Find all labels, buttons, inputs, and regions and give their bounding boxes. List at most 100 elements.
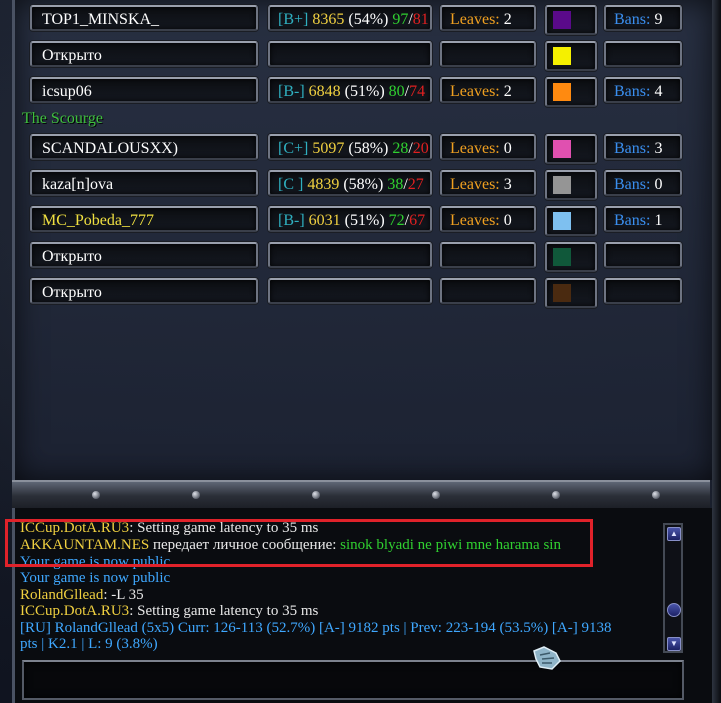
window-edge xyxy=(712,0,721,703)
highlight-box xyxy=(5,519,593,567)
chat-message-part: : Setting game latency to 35 ms xyxy=(129,603,319,619)
wins-value: 72 xyxy=(388,212,405,229)
player-name-field[interactable]: Открыто xyxy=(30,41,258,67)
leaves-field xyxy=(440,41,536,67)
bans-value: 9 xyxy=(654,11,663,28)
player-color-selector[interactable] xyxy=(545,242,597,272)
win-percent: (51%) xyxy=(344,212,385,229)
rivet-icon xyxy=(552,491,560,499)
leaves-label: Leaves: xyxy=(450,140,500,157)
leaves-field: Leaves: 0 xyxy=(440,206,536,232)
bans-value: 3 xyxy=(654,140,663,157)
scroll-up-icon[interactable]: ▲ xyxy=(667,527,681,541)
bans-label: Bans: xyxy=(614,11,651,28)
player-name-field[interactable]: SCANDALOUSXX) xyxy=(30,134,258,160)
chat-message-part: : -L 35 xyxy=(103,587,144,603)
leaves-label: Leaves: xyxy=(450,212,500,229)
losses-value: 81 xyxy=(412,11,429,28)
bans-field: Bans: 0 xyxy=(604,170,682,196)
rank-badge: [B+] xyxy=(278,11,309,28)
points-value: 5097 xyxy=(312,140,345,157)
bans-field: Bans: 9 xyxy=(604,5,682,31)
bans-field: Bans: 3 xyxy=(604,134,682,160)
player-name-field[interactable]: MC_Pobeda_777 xyxy=(30,206,258,232)
bans-label: Bans: xyxy=(614,140,651,157)
rank-badge: [B-] xyxy=(278,83,305,100)
bans-value: 4 xyxy=(654,83,663,100)
player-stats-field: [B-] 6848 (51%) 80/74 xyxy=(268,77,432,103)
bans-field: Bans: 4 xyxy=(604,77,682,103)
scroll-thumb[interactable] xyxy=(667,603,681,617)
bans-field xyxy=(604,41,682,67)
chat-message-part: ICCup.DotA.RU3 xyxy=(20,603,130,619)
win-percent: (51%) xyxy=(344,83,385,100)
player-name-field[interactable]: kaza[n]ova xyxy=(30,170,258,196)
points-value: 6848 xyxy=(308,83,341,100)
chat-message: pts | K2.1 | L: 9 (3.8%) xyxy=(20,636,158,652)
gauntlet-cursor-icon xyxy=(533,646,561,670)
player-stats-field xyxy=(268,41,432,67)
player-name-field[interactable]: Открыто xyxy=(30,242,258,268)
player-stats-field xyxy=(268,278,432,304)
points-value: 4839 xyxy=(307,176,340,193)
losses-value: 27 xyxy=(407,176,424,193)
leaves-label: Leaves: xyxy=(450,11,500,28)
color-swatch xyxy=(553,176,571,194)
win-percent: (58%) xyxy=(348,140,389,157)
chat-message: ICCup.DotA.RU3: Setting game latency to … xyxy=(20,603,318,619)
player-slot-row: MC_Pobeda_777 [B-] 6031 (51%) 72/67 Leaves… xyxy=(0,206,721,236)
chat-message: [RU] RolandGllead (5x5) Curr: 126-113 (5… xyxy=(20,620,612,636)
player-slot-row: Открыто xyxy=(0,242,721,272)
rivet-icon xyxy=(652,491,660,499)
player-slot-row: kaza[n]ova [C ] 4839 (58%) 38/27 Leaves: 3… xyxy=(0,170,721,200)
rank-badge: [C+] xyxy=(278,140,309,157)
leaves-value: 0 xyxy=(503,212,512,229)
leaves-field: Leaves: 0 xyxy=(440,134,536,160)
wins-value: 38 xyxy=(387,176,404,193)
player-color-selector[interactable] xyxy=(545,278,597,308)
chat-input[interactable] xyxy=(22,660,684,700)
player-color-selector[interactable] xyxy=(545,170,597,200)
player-slot-row: icsup06 [B-] 6848 (51%) 80/74 Leaves: 2 Ban… xyxy=(0,77,721,107)
player-color-selector[interactable] xyxy=(545,41,597,71)
leaves-value: 2 xyxy=(503,83,512,100)
color-swatch xyxy=(553,83,571,101)
player-slot-row: TOP1_MINSKA_ [B+] 8365 (54%) 97/81 Leaves:… xyxy=(0,5,721,35)
wins-value: 97 xyxy=(392,11,409,28)
bans-field xyxy=(604,278,682,304)
player-color-selector[interactable] xyxy=(545,134,597,164)
leaves-field: Leaves: 2 xyxy=(440,77,536,103)
color-swatch xyxy=(553,140,571,158)
rank-badge: [B-] xyxy=(278,212,305,229)
player-color-selector[interactable] xyxy=(545,77,597,107)
bans-field xyxy=(604,242,682,268)
leaves-value: 0 xyxy=(503,140,512,157)
bans-field: Bans: 1 xyxy=(604,206,682,232)
chat-scrollbar[interactable]: ▲ ▼ xyxy=(663,523,683,653)
lobby-panel xyxy=(12,0,716,480)
rivet-icon xyxy=(92,491,100,499)
losses-value: 74 xyxy=(409,83,426,100)
player-name-field[interactable]: icsup06 xyxy=(30,77,258,103)
chat-message: RolandGllead: -L 35 xyxy=(20,587,144,603)
chat-message-part: [RU] RolandGllead (5x5) Curr: 126-113 (5… xyxy=(20,620,612,636)
win-percent: (54%) xyxy=(348,11,389,28)
player-color-selector[interactable] xyxy=(545,206,597,236)
leaves-value: 2 xyxy=(503,11,512,28)
leaves-value: 3 xyxy=(503,176,512,193)
player-name-field[interactable]: TOP1_MINSKA_ xyxy=(30,5,258,31)
player-name-field[interactable]: Открыто xyxy=(30,278,258,304)
scroll-down-icon[interactable]: ▼ xyxy=(667,637,681,651)
player-color-selector[interactable] xyxy=(545,5,597,35)
rivet-icon xyxy=(312,491,320,499)
leaves-field xyxy=(440,278,536,304)
rivet-icon xyxy=(192,491,200,499)
color-swatch xyxy=(553,248,571,266)
player-slot-row: SCANDALOUSXX) [C+] 5097 (58%) 28/20 Leaves… xyxy=(0,134,721,164)
leaves-field: Leaves: 3 xyxy=(440,170,536,196)
player-stats-field: [C ] 4839 (58%) 38/27 xyxy=(268,170,432,196)
color-swatch xyxy=(553,47,571,65)
bans-label: Bans: xyxy=(614,212,651,229)
chat-message: Your game is now public xyxy=(20,570,170,586)
bans-label: Bans: xyxy=(614,83,651,100)
